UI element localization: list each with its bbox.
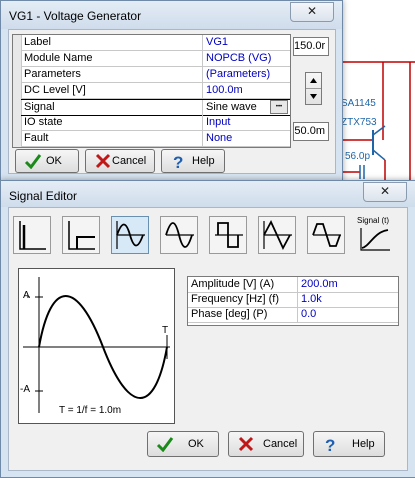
sine-wave-plot [23, 277, 170, 413]
property-label: DC Level [V] [21, 83, 203, 98]
triangle-button[interactable] [258, 216, 296, 254]
property-value[interactable]: Sine wave [203, 100, 269, 115]
ellipsis-button[interactable]: ••• [270, 100, 288, 114]
vg-ok-label: OK [46, 155, 62, 167]
waveform-toolbar: Signal (t) [13, 216, 403, 256]
triangle-wave-icon [263, 219, 292, 251]
property-value[interactable]: None [203, 131, 289, 146]
spin-down-button[interactable] [306, 89, 321, 104]
property-value[interactable]: VG1 [203, 35, 289, 50]
checkmark-icon [24, 154, 42, 169]
signal-parameter-grid: Amplitude [V] (A) 200.0m Frequency [Hz] (f… [187, 276, 399, 326]
unit-step-icon [19, 221, 46, 250]
parameter-label: Frequency [Hz] (f) [188, 292, 298, 307]
svg-text:?: ? [173, 153, 183, 169]
step-delay-button[interactable] [62, 216, 100, 254]
vg-cancel-button[interactable]: Cancel [85, 149, 155, 173]
period-formula: T = 1/f = 1.0m [59, 405, 122, 416]
se-cancel-label: Cancel [263, 438, 298, 450]
property-row[interactable]: DC Level [V] 100.0m [21, 83, 290, 99]
property-label: Signal [21, 100, 203, 115]
custom-signal-button[interactable]: Signal (t) [356, 216, 394, 254]
parameter-row[interactable]: Frequency [Hz] (f) 1.0k [188, 292, 398, 308]
se-titlebar: Signal Editor ✕ [1, 181, 415, 207]
property-row[interactable]: Parameters (Parameters) [21, 67, 290, 83]
se-close-button[interactable]: ✕ [363, 182, 407, 202]
property-value[interactable]: NOPCB (VG) [203, 51, 289, 66]
spin-up-button[interactable] [306, 73, 321, 89]
property-row[interactable]: Label VG1 [21, 35, 290, 51]
vg-title: VG1 - Voltage Generator [9, 9, 142, 23]
property-label: IO state [21, 115, 203, 130]
property-row[interactable]: IO state Input [21, 115, 290, 131]
signal-editor-window: Signal Editor ✕ Signal (t) A -A T T = 1/… [0, 180, 415, 478]
property-value[interactable]: Input [203, 115, 289, 130]
schematic-capacitor-label: 56.0p [345, 151, 371, 162]
property-row[interactable]: Fault None [21, 131, 290, 147]
se-client: Signal (t) A -A T T = 1/f = 1.0m Amplitu… [8, 207, 408, 471]
trapezoid-button[interactable] [307, 216, 345, 254]
property-label: Parameters [21, 67, 203, 82]
svg-text:?: ? [325, 436, 335, 452]
damped-sine-icon [116, 221, 145, 249]
property-label: Fault [21, 131, 203, 146]
parameter-value[interactable]: 200.0m [298, 277, 396, 292]
waveform-preview: A -A T T = 1/f = 1.0m [18, 268, 175, 424]
custom-signal-icon [360, 228, 390, 251]
damped-sine-button[interactable] [111, 216, 149, 254]
property-row[interactable]: Signal Sine wave ••• [21, 99, 290, 116]
property-value[interactable]: (Parameters) [203, 67, 289, 82]
vg-help-button[interactable]: ? Help [161, 149, 225, 173]
vg-client: Label VG1 Module Name NOPCB (VG) Parameters(… [8, 29, 336, 174]
help-icon: ? [325, 436, 335, 452]
vg-cancel-label: Cancel [112, 155, 147, 167]
sine-button[interactable] [160, 216, 198, 254]
amplitude-minus-label: -A [20, 384, 30, 395]
voltage-generator-window: VG1 - Voltage Generator ✕ Label VG1 Module… [0, 0, 343, 182]
vg-close-button[interactable]: ✕ [290, 2, 334, 22]
parameter-value[interactable]: 1.0k [298, 292, 396, 307]
unit-step-button[interactable] [13, 216, 51, 254]
square-wave-icon [215, 222, 243, 248]
parameter-row[interactable]: Amplitude [V] (A) 200.0m [188, 277, 398, 293]
parameter-label: Amplitude [V] (A) [188, 277, 298, 292]
parameter-value[interactable]: 0.0 [298, 307, 396, 322]
step-delay-icon [68, 221, 95, 250]
vg-property-grid: Label VG1 Module Name NOPCB (VG) Parameters(… [12, 34, 291, 148]
property-label: Label [21, 35, 203, 50]
se-ok-button[interactable]: OK [147, 431, 219, 457]
se-help-button[interactable]: ? Help [313, 431, 385, 457]
period-label: T [162, 325, 169, 336]
trapezoid-wave-icon [312, 223, 341, 247]
vg-titlebar: VG1 - Voltage Generator ✕ [1, 1, 342, 29]
se-help-label: Help [352, 438, 375, 450]
se-cancel-button[interactable]: Cancel [228, 431, 304, 457]
cross-icon [238, 436, 254, 452]
sine-icon [165, 222, 194, 248]
close-icon: ✕ [379, 184, 391, 198]
parameter-row[interactable]: Phase [deg] (P) 0.0 [188, 307, 398, 323]
schematic-component-label: SA1145 [341, 98, 376, 109]
bottom-value-input[interactable]: 50.0m [293, 122, 329, 141]
spin-box [305, 72, 322, 105]
amplitude-plus-label: A [23, 290, 30, 301]
close-icon: ✕ [306, 4, 318, 18]
top-value-input[interactable]: 150.0r [293, 37, 329, 56]
cross-icon [95, 153, 111, 169]
parameter-label: Phase [deg] (P) [188, 307, 298, 322]
property-row[interactable]: Module Name NOPCB (VG) [21, 51, 290, 67]
se-ok-label: OK [188, 438, 204, 450]
help-icon: ? [173, 153, 183, 169]
se-title: Signal Editor [9, 189, 78, 203]
triangle-up-icon [310, 78, 317, 83]
vg-help-label: Help [192, 155, 215, 167]
property-label: Module Name [21, 51, 203, 66]
property-value[interactable]: 100.0m [203, 83, 289, 98]
square-button[interactable] [209, 216, 247, 254]
vg-ok-button[interactable]: OK [15, 149, 79, 173]
triangle-down-icon [310, 94, 317, 99]
schematic-transistor-label: ZTX753 [341, 117, 377, 128]
checkmark-icon [156, 437, 174, 452]
